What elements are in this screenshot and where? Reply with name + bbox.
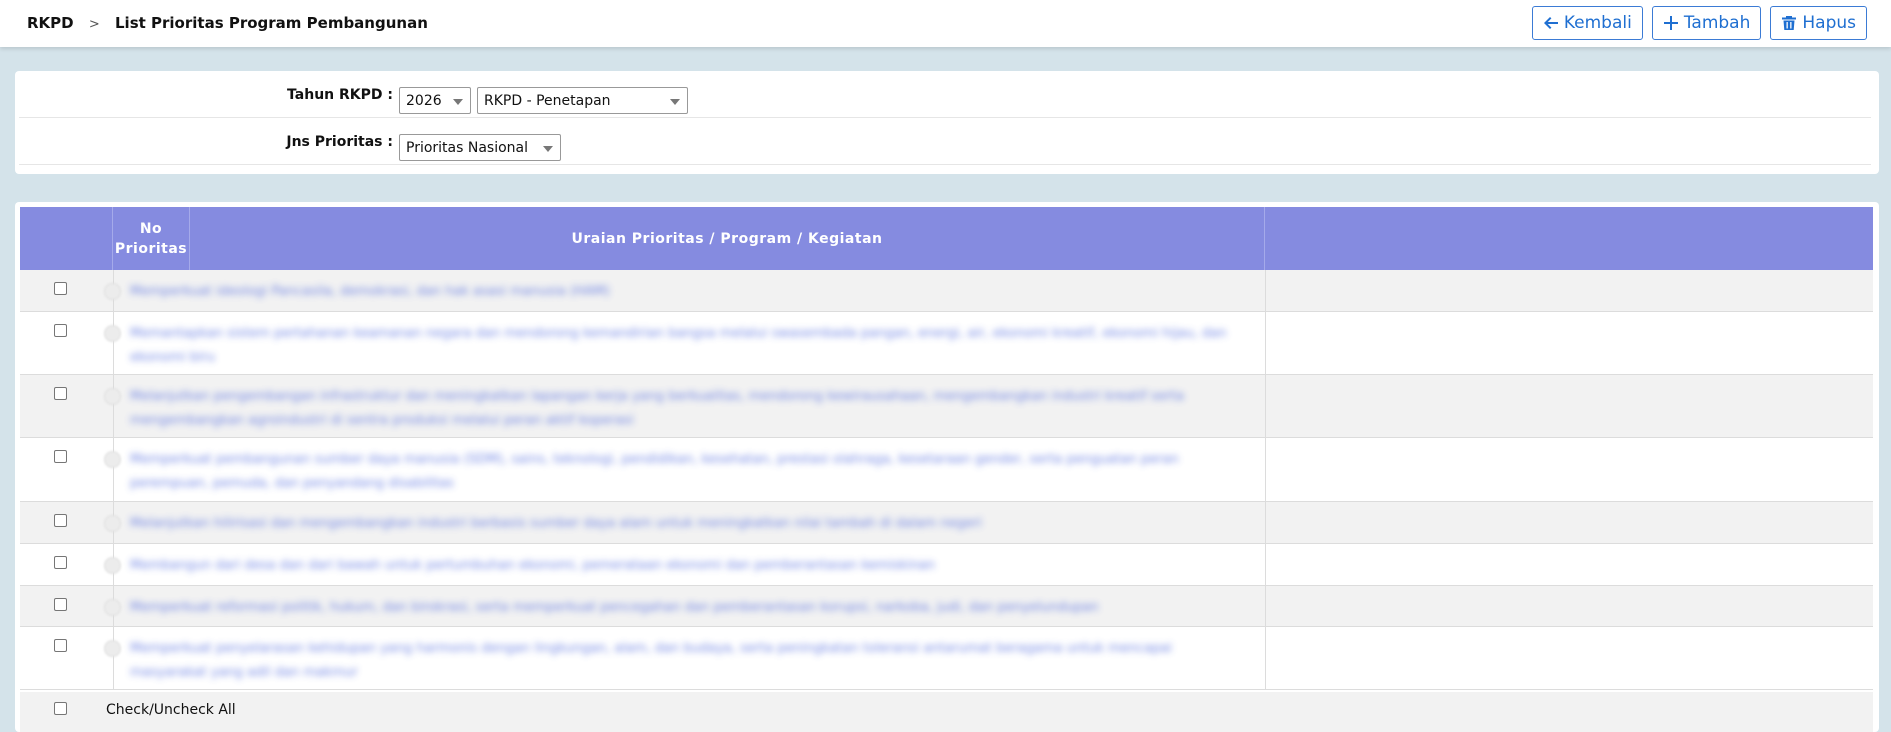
breadcrumb: RKPD > List Prioritas Program Pembanguna… xyxy=(27,14,428,32)
table-row: Melanjutkan pengembangan infrastruktur d… xyxy=(20,375,1873,438)
column-divider xyxy=(1265,627,1266,689)
column-divider xyxy=(113,312,114,374)
priority-number-badge xyxy=(104,599,121,616)
priority-description[interactable]: Melanjutkan hilirisasi dan mengembangkan… xyxy=(130,512,1230,536)
filter-panel: Tahun RKPD : 2026 RKPD - Penetapan Jns P… xyxy=(15,71,1879,174)
breadcrumb-root[interactable]: RKPD xyxy=(27,14,74,32)
priority-description[interactable]: Melanjutkan pengembangan infrastruktur d… xyxy=(130,385,1230,433)
filter-row-jenis: Jns Prioritas : Prioritas Nasional xyxy=(19,118,1871,165)
back-button[interactable]: Kembali xyxy=(1531,6,1643,40)
back-button-label: Kembali xyxy=(1563,13,1632,33)
column-divider xyxy=(113,438,114,501)
priority-number-badge xyxy=(104,388,121,405)
priority-number-badge xyxy=(104,515,121,532)
column-divider xyxy=(1265,438,1266,501)
toolbar: Kembali Tambah Hapus xyxy=(1531,6,1867,40)
table-row: Memperkuat pembangunan sumber daya manus… xyxy=(20,438,1873,502)
priority-description[interactable]: Memperkuat reformasi politik, hukum, dan… xyxy=(130,596,1230,620)
table-row: Memperkuat penyelarasan kehidupan yang h… xyxy=(20,627,1873,690)
header-no-prioritas: No Prioritas xyxy=(113,207,190,270)
priority-number-badge xyxy=(104,283,121,300)
plus-icon xyxy=(1663,16,1678,30)
delete-button-label: Hapus xyxy=(1802,13,1856,33)
row-checkbox[interactable] xyxy=(54,324,67,337)
page-title: List Prioritas Program Pembangunan xyxy=(115,14,428,32)
header-uraian: Uraian Prioritas / Program / Kegiatan xyxy=(190,207,1265,270)
row-checkbox[interactable] xyxy=(54,450,67,463)
check-all-checkbox[interactable] xyxy=(54,702,67,715)
priority-description[interactable]: Memantapkan sistem pertahanan keamanan n… xyxy=(130,322,1230,370)
priority-number-badge xyxy=(104,325,121,342)
table-row: Memperkuat reformasi politik, hukum, dan… xyxy=(20,586,1873,627)
breadcrumb-separator: > xyxy=(88,17,100,32)
check-all-row: Check/Uncheck All xyxy=(20,692,1873,732)
column-divider xyxy=(1265,270,1266,311)
priority-description[interactable]: Memperkuat penyelarasan kehidupan yang h… xyxy=(130,637,1230,685)
arrow-left-icon xyxy=(1543,17,1558,29)
row-checkbox[interactable] xyxy=(54,282,67,295)
tahun-select-value: 2026 xyxy=(406,93,442,109)
table-row: Memperkuat ideologi Pancasila, demokrasi… xyxy=(20,270,1873,312)
jenis-select-value: Prioritas Nasional xyxy=(406,140,529,156)
add-button-label: Tambah xyxy=(1683,13,1751,33)
priority-number-badge xyxy=(104,451,121,468)
header-select xyxy=(20,207,113,270)
trash-icon xyxy=(1782,16,1797,30)
table-row: Memantapkan sistem pertahanan keamanan n… xyxy=(20,312,1873,375)
priority-number-badge xyxy=(104,557,121,574)
tahapan-select-value: RKPD - Penetapan xyxy=(484,93,611,109)
column-divider xyxy=(1265,586,1266,626)
priority-description[interactable]: Membangun dari desa dan dari bawah untuk… xyxy=(130,554,1230,578)
priority-description[interactable]: Memperkuat pembangunan sumber daya manus… xyxy=(130,448,1230,496)
table-header: No Prioritas Uraian Prioritas / Program … xyxy=(20,207,1873,270)
tahun-label: Tahun RKPD : xyxy=(287,87,393,103)
tahapan-select[interactable]: RKPD - Penetapan xyxy=(477,87,688,114)
column-divider xyxy=(113,375,114,437)
header-extra xyxy=(1265,207,1873,270)
jenis-label: Jns Prioritas : xyxy=(286,134,393,150)
column-divider xyxy=(1265,544,1266,585)
table-row: Melanjutkan hilirisasi dan mengembangkan… xyxy=(20,502,1873,544)
filter-row-tahun: Tahun RKPD : 2026 RKPD - Penetapan xyxy=(19,71,1871,118)
priority-table-panel: No Prioritas Uraian Prioritas / Program … xyxy=(15,202,1879,732)
row-checkbox[interactable] xyxy=(54,556,67,569)
table-row: Membangun dari desa dan dari bawah untuk… xyxy=(20,544,1873,586)
tahun-select[interactable]: 2026 xyxy=(399,87,471,114)
top-bar: RKPD > List Prioritas Program Pembanguna… xyxy=(0,0,1891,47)
column-divider xyxy=(113,627,114,689)
priority-description[interactable]: Memperkuat ideologi Pancasila, demokrasi… xyxy=(130,280,1230,304)
check-all-label: Check/Uncheck All xyxy=(106,702,236,718)
row-checkbox[interactable] xyxy=(54,387,67,400)
priority-number-badge xyxy=(104,640,121,657)
add-button[interactable]: Tambah xyxy=(1651,6,1762,40)
jenis-prioritas-select[interactable]: Prioritas Nasional xyxy=(399,134,561,161)
column-divider xyxy=(1265,312,1266,374)
row-checkbox[interactable] xyxy=(54,639,67,652)
column-divider xyxy=(1265,502,1266,543)
delete-button[interactable]: Hapus xyxy=(1770,6,1867,40)
column-divider xyxy=(1265,375,1266,437)
row-checkbox[interactable] xyxy=(54,514,67,527)
row-checkbox[interactable] xyxy=(54,598,67,611)
